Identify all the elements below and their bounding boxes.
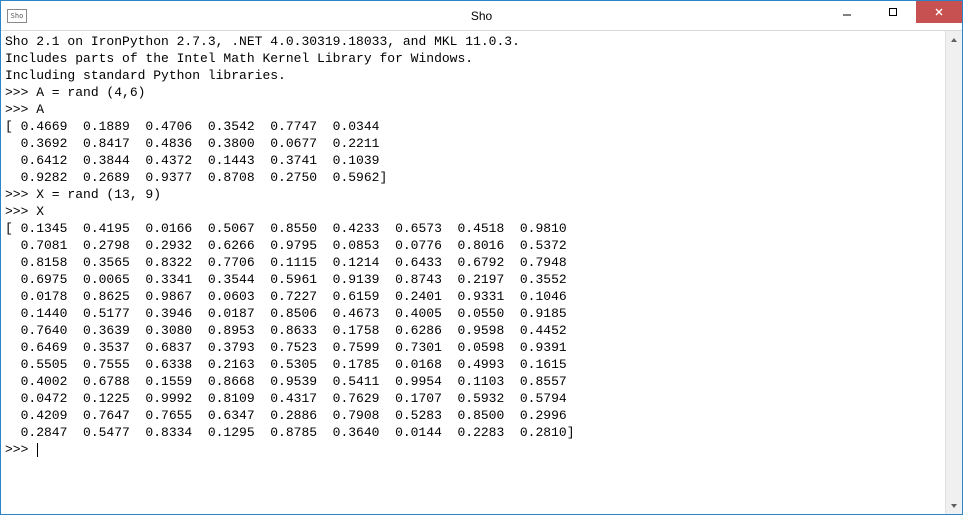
vertical-scrollbar[interactable]	[945, 31, 962, 514]
content-area: Sho 2.1 on IronPython 2.7.3, .NET 4.0.30…	[1, 31, 962, 514]
window-title: Sho	[1, 9, 962, 23]
console-output[interactable]: Sho 2.1 on IronPython 2.7.3, .NET 4.0.30…	[1, 31, 945, 514]
minimize-button[interactable]	[824, 1, 870, 23]
app-window: Sho Sho Sho 2.1 on IronPython 2.7.3, .NE…	[0, 0, 963, 515]
app-icon: Sho	[7, 9, 27, 23]
close-button[interactable]	[916, 1, 962, 23]
maximize-button[interactable]	[870, 1, 916, 23]
scroll-up-arrow[interactable]	[946, 31, 962, 48]
scroll-track[interactable]	[946, 48, 962, 497]
window-controls	[824, 1, 962, 23]
titlebar[interactable]: Sho Sho	[1, 1, 962, 31]
text-cursor	[37, 443, 38, 457]
scroll-down-arrow[interactable]	[946, 497, 962, 514]
